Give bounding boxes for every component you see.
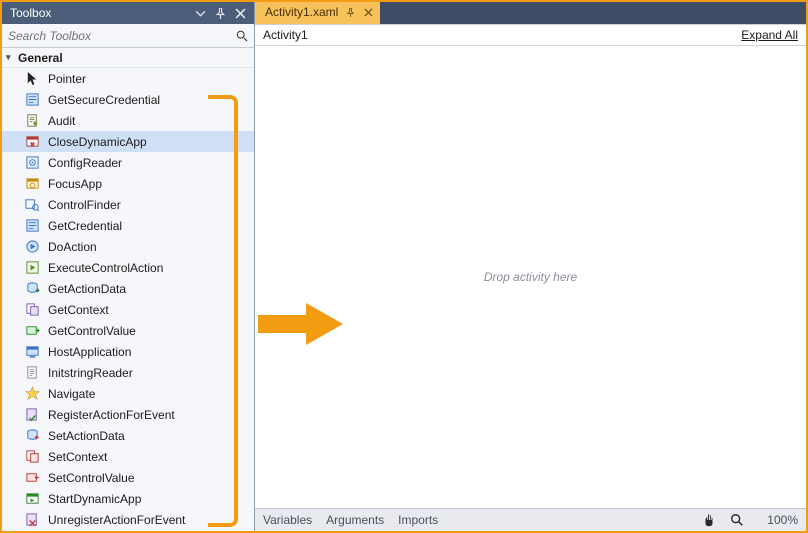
toolbox-group-label: General	[18, 51, 63, 65]
getdata-icon	[24, 281, 40, 297]
toolbox-item[interactable]: HostApplication	[2, 341, 254, 362]
toolbox-item[interactable]: SetControlValue	[2, 467, 254, 488]
toolbox-item[interactable]: GetActionData	[2, 278, 254, 299]
toolbox-item-label: SetControlValue	[48, 471, 135, 485]
toolbox-item-label: ExecuteControlAction	[48, 261, 163, 275]
setval-icon	[24, 470, 40, 486]
toolbox-item[interactable]: ConfigReader	[2, 152, 254, 173]
register-icon	[24, 407, 40, 423]
host-icon	[24, 344, 40, 360]
unreg-icon	[24, 512, 40, 528]
toolbox-item-label: GetControlValue	[48, 324, 136, 338]
toolbox-item-label: ControlFinder	[48, 198, 121, 212]
form-icon	[24, 218, 40, 234]
toolbox-item[interactable]: SetActionData	[2, 425, 254, 446]
toolbox-item-label: Navigate	[48, 387, 95, 401]
toolbox-item[interactable]: SetContext	[2, 446, 254, 467]
setctx-icon	[24, 449, 40, 465]
toolbox-item-label: UnregisterActionForEvent	[48, 513, 185, 527]
nav-icon	[24, 386, 40, 402]
pin-icon[interactable]	[210, 4, 230, 22]
toolbox-item[interactable]: Navigate	[2, 383, 254, 404]
toolbox-item-label: GetCredential	[48, 219, 122, 233]
pointer-icon	[24, 71, 40, 87]
drop-activity-hint: Drop activity here	[484, 270, 577, 284]
toolbox-item[interactable]: Pointer	[2, 68, 254, 89]
breadcrumb-root[interactable]: Activity1	[263, 28, 308, 42]
form-icon	[24, 92, 40, 108]
toolbox-item[interactable]: StartDynamicApp	[2, 488, 254, 509]
init-icon	[24, 365, 40, 381]
designer-canvas[interactable]: Drop activity here	[255, 46, 806, 508]
document-tab-label: Activity1.xaml	[265, 5, 338, 19]
toolbox-item[interactable]: CloseDynamicApp	[2, 131, 254, 152]
search-input[interactable]	[8, 29, 232, 43]
toolbox-item-label: Audit	[48, 114, 75, 128]
toolbox-item[interactable]: GetContext	[2, 299, 254, 320]
exec-icon	[24, 260, 40, 276]
expand-all-link[interactable]: Expand All	[741, 28, 798, 42]
config-icon	[24, 155, 40, 171]
getval-icon	[24, 323, 40, 339]
toolbox-panel: Toolbox × ▾ General Pointer GetSecureCred…	[2, 2, 255, 531]
toolbox-tree: ▾ General Pointer GetSecureCredential Audi…	[2, 48, 254, 531]
pan-mode-icon[interactable]	[702, 513, 716, 527]
toolbox-item[interactable]: ExecuteControlAction	[2, 257, 254, 278]
toolbox-title: Toolbox	[10, 6, 190, 20]
document-tab-activity1[interactable]: Activity1.xaml	[255, 2, 380, 24]
toolbox-item-label: GetContext	[48, 303, 109, 317]
context-icon	[24, 302, 40, 318]
variables-tab[interactable]: Variables	[263, 513, 312, 527]
document-tabstrip: Activity1.xaml	[255, 2, 806, 24]
toolbox-item[interactable]: ControlFinder	[2, 194, 254, 215]
finder-icon	[24, 197, 40, 213]
toolbox-search-row: ×	[2, 24, 254, 48]
toolbox-item[interactable]: UnregisterActionForEvent	[2, 509, 254, 530]
toolbox-item[interactable]: DoAction	[2, 236, 254, 257]
toolbox-item-label: SetActionData	[48, 429, 125, 443]
toolbox-item-label: FocusApp	[48, 177, 102, 191]
audit-icon	[24, 113, 40, 129]
toolbox-item-label: GetActionData	[48, 282, 126, 296]
arguments-tab[interactable]: Arguments	[326, 513, 384, 527]
toolbox-item[interactable]: RegisterActionForEvent	[2, 404, 254, 425]
toolbox-item-label: ConfigReader	[48, 156, 122, 170]
setdata-icon	[24, 428, 40, 444]
zoom-fit-icon[interactable]	[730, 513, 744, 527]
toolbox-item-label: HostApplication	[48, 345, 131, 359]
toolbox-item[interactable]: GetControlValue	[2, 320, 254, 341]
toolbox-item[interactable]: Audit	[2, 110, 254, 131]
toolbox-item-label: DoAction	[48, 240, 97, 254]
tab-close-icon[interactable]	[362, 6, 374, 18]
designer-panel: Activity1.xaml Activity1 Expand All Drop…	[255, 2, 806, 531]
search-icon[interactable]	[232, 30, 248, 42]
breadcrumb-bar: Activity1 Expand All	[255, 24, 806, 46]
toolbox-item-label: Pointer	[48, 72, 86, 86]
zoom-level[interactable]: 100%	[758, 513, 798, 527]
toolbox-item[interactable]: GetSecureCredential	[2, 89, 254, 110]
toolbox-item-label: RegisterActionForEvent	[48, 408, 175, 422]
toolbox-item[interactable]: GetCredential	[2, 215, 254, 236]
toolbox-item[interactable]: InitstringReader	[2, 362, 254, 383]
toolbox-item-label: StartDynamicApp	[48, 492, 141, 506]
designer-bottom-bar: Variables Arguments Imports 100%	[255, 508, 806, 531]
close-panel-button[interactable]	[230, 4, 250, 22]
toolbox-header: Toolbox	[2, 2, 254, 24]
toolbox-item-label: CloseDynamicApp	[48, 135, 147, 149]
toolbox-item-label: SetContext	[48, 450, 107, 464]
toolbox-item-label: GetSecureCredential	[48, 93, 160, 107]
tab-pin-icon[interactable]	[344, 6, 356, 18]
imports-tab[interactable]: Imports	[398, 513, 438, 527]
start-icon	[24, 491, 40, 507]
focus-icon	[24, 176, 40, 192]
toolbox-item-label: InitstringReader	[48, 366, 133, 380]
action-icon	[24, 239, 40, 255]
toolbox-item[interactable]: FocusApp	[2, 173, 254, 194]
panel-menu-button[interactable]	[190, 4, 210, 22]
caret-down-icon: ▾	[6, 52, 18, 63]
toolbox-group-general[interactable]: ▾ General	[2, 48, 254, 68]
close-app-icon	[24, 134, 40, 150]
